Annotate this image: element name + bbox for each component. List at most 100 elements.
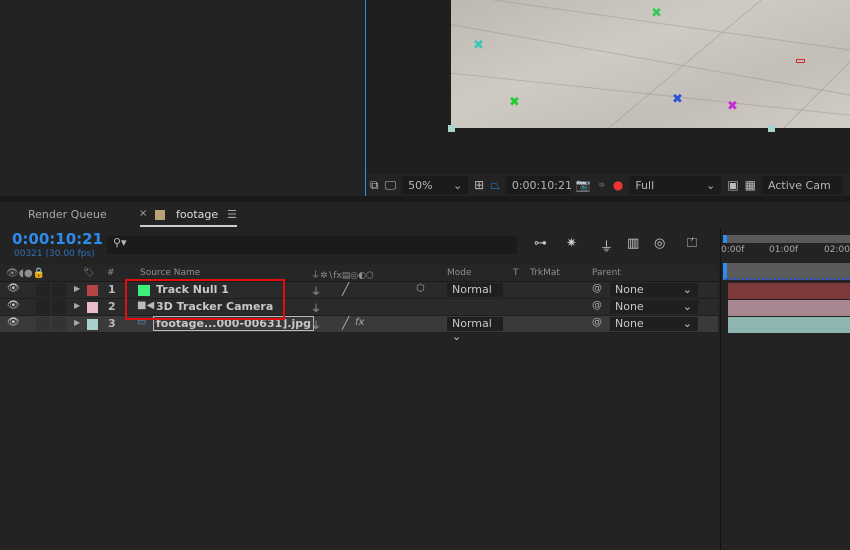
layer-number: 1 xyxy=(108,283,116,296)
composition-viewer[interactable]: ✖ ✖ ✖ ✖ ✖ ⧉ 🖵 50% ⌄ ⊞ ⏢ 0:00:10:21 📷 ⚭ ● … xyxy=(365,0,850,196)
shy-icon[interactable]: ⏚ xyxy=(311,283,321,298)
tab-footage[interactable]: footage xyxy=(176,208,218,221)
lock-toggle[interactable] xyxy=(52,300,66,314)
shy-icon[interactable]: ⏚ xyxy=(311,300,321,315)
ruler-tick-label: 0:00f xyxy=(721,245,745,255)
column-parent: Parent xyxy=(592,268,621,278)
solo-toggle[interactable] xyxy=(36,300,50,314)
motion-blur-icon[interactable]: ◎ xyxy=(654,236,665,251)
parent-dropdown[interactable]: None ⌄ xyxy=(610,317,698,331)
current-time-display[interactable]: 0:00:10:21 xyxy=(12,230,103,248)
parent-dropdown[interactable]: None ⌄ xyxy=(610,283,698,297)
ruler-tick-label: 02:00f xyxy=(824,245,850,255)
layer-row[interactable]: 👁 ▶ 3 ▭ footage...000-00631].jpg ⏚ ╱ fx … xyxy=(0,316,718,343)
switches-icons: ⏚✲∖fx▤◎◐⬡ xyxy=(311,271,374,281)
timeline-area[interactable]: 0:00f 01:00f 02:00f xyxy=(720,228,850,550)
expand-arrow-icon[interactable]: ▶ xyxy=(74,301,80,310)
layer-handle[interactable] xyxy=(448,125,455,132)
lock-toggle[interactable] xyxy=(52,317,66,331)
pickwhip-icon[interactable]: @ xyxy=(592,300,602,311)
layer-column-header: 👁◖●🔒 🏷 # Source Name ⏚✲∖fx▤◎◐⬡ Mode T Tr… xyxy=(0,265,718,282)
zoom-dropdown[interactable]: 50% ⌄ xyxy=(402,176,469,194)
label-color[interactable] xyxy=(87,319,98,330)
monitor-icon[interactable]: 🖵 xyxy=(385,178,397,193)
layer-number: 3 xyxy=(108,317,116,330)
fx-icon[interactable]: fx xyxy=(355,317,364,328)
layer-row[interactable]: 👁 ▶ 1 Track Null 1 ⏚ ╱ ⬡ Normal ⌄ @ None… xyxy=(0,282,718,309)
time-navigator[interactable] xyxy=(723,263,850,280)
always-preview-icon[interactable]: ⧉ xyxy=(370,178,379,193)
layer-bar[interactable] xyxy=(728,283,850,299)
track-point-icon[interactable]: ✖ xyxy=(651,7,662,20)
work-area-bar[interactable] xyxy=(723,235,850,243)
active-tab-indicator xyxy=(140,225,237,227)
shy-icon[interactable]: ⏚ xyxy=(311,317,321,332)
current-time-field[interactable]: 0:00:10:21 xyxy=(505,176,572,194)
3d-layer-icon[interactable]: ⬡ xyxy=(416,283,425,294)
column-trkmat: TrkMat xyxy=(530,268,560,278)
show-snapshot-icon[interactable]: ⚭ xyxy=(597,178,607,192)
label-color[interactable] xyxy=(87,285,98,296)
composition-flowchart-icon[interactable]: ⊶ xyxy=(534,236,547,251)
track-point-icon[interactable]: ✖ xyxy=(473,39,484,52)
transparency-grid-icon[interactable]: ⏢ xyxy=(490,178,500,193)
column-t: T xyxy=(513,268,519,278)
pickwhip-icon[interactable]: @ xyxy=(592,283,602,294)
panel-tabs: Render Queue × footage ☰ xyxy=(0,202,850,228)
search-icon: ⚲▾ xyxy=(113,236,127,249)
composition-color-swatch xyxy=(155,210,165,220)
fast-preview-icon[interactable]: ▣ xyxy=(727,178,738,192)
parent-dropdown[interactable]: None ⌄ xyxy=(610,300,698,314)
resolution-dropdown[interactable]: Full ⌄ xyxy=(629,176,722,194)
mode-dropdown[interactable]: Normal ⌄ xyxy=(447,317,503,343)
view-dropdown[interactable]: Active Cam xyxy=(762,176,843,194)
graph-editor-icon[interactable]: ⏍ xyxy=(687,236,697,251)
close-icon[interactable]: × xyxy=(139,208,147,219)
chevron-down-icon: ⌄ xyxy=(452,178,463,192)
quality-icon[interactable]: ╱ xyxy=(342,316,349,330)
column-source-name[interactable]: Source Name xyxy=(140,268,200,278)
quality-icon[interactable]: ╱ xyxy=(342,282,349,296)
label-tag-icon: 🏷 xyxy=(83,268,95,278)
track-point-icon[interactable]: ✖ xyxy=(727,100,738,113)
pickwhip-icon[interactable]: @ xyxy=(592,317,602,328)
lock-toggle[interactable] xyxy=(52,283,66,297)
expand-arrow-icon[interactable]: ▶ xyxy=(74,284,80,293)
column-number: # xyxy=(107,268,115,278)
layer-bar[interactable] xyxy=(728,317,850,333)
layer-bar[interactable] xyxy=(728,300,850,316)
checkerboard-icon[interactable]: ▦ xyxy=(745,178,756,192)
visibility-eye-icon[interactable]: 👁 xyxy=(7,317,20,328)
draft-3d-icon[interactable]: ✷ xyxy=(566,236,577,251)
visibility-eye-icon[interactable]: 👁 xyxy=(7,300,20,311)
footage-frame[interactable]: ✖ ✖ ✖ ✖ ✖ xyxy=(451,0,850,128)
layer-search-input[interactable]: ⚲▾ xyxy=(107,236,517,254)
track-point-icon[interactable]: ✖ xyxy=(672,93,683,106)
project-panel xyxy=(0,0,362,196)
column-mode: Mode xyxy=(447,268,472,278)
tab-render-queue[interactable]: Render Queue xyxy=(28,208,107,221)
chevron-down-icon: ⌄ xyxy=(706,178,716,192)
shy-layers-icon[interactable]: ⏚ xyxy=(600,236,613,255)
layer-handle[interactable] xyxy=(768,125,775,132)
mode-dropdown[interactable]: Normal ⌄ xyxy=(447,283,503,309)
viewer-toolbar: ⧉ 🖵 50% ⌄ ⊞ ⏢ 0:00:10:21 📷 ⚭ ● Full ⌄ ▣ ▦ … xyxy=(366,174,850,196)
panel-menu-icon[interactable]: ☰ xyxy=(227,208,237,221)
track-point-icon[interactable]: ✖ xyxy=(509,96,520,109)
solo-toggle[interactable] xyxy=(36,283,50,297)
highlight-box xyxy=(125,279,285,320)
ruler-tick-label: 01:00f xyxy=(769,245,799,255)
frame-count: 00321 (30.00 fps) xyxy=(14,249,95,259)
snapshot-icon[interactable]: 📷 xyxy=(576,178,591,192)
color-channels-icon[interactable]: ● xyxy=(613,178,623,192)
frame-blending-icon[interactable]: ▥ xyxy=(627,236,639,251)
layer-row[interactable]: 👁 ▶ 2 ■◀ 3D Tracker Camera ⏚ @ None ⌄ xyxy=(0,299,718,316)
av-features-icons: 👁◖●🔒 xyxy=(6,268,46,279)
layer-number: 2 xyxy=(108,300,116,313)
label-color[interactable] xyxy=(87,302,98,313)
visibility-eye-icon[interactable]: 👁 xyxy=(7,283,20,294)
solo-toggle[interactable] xyxy=(36,317,50,331)
region-of-interest-icon[interactable]: ⊞ xyxy=(474,178,484,192)
expand-arrow-icon[interactable]: ▶ xyxy=(74,318,80,327)
target-marker xyxy=(796,59,805,63)
